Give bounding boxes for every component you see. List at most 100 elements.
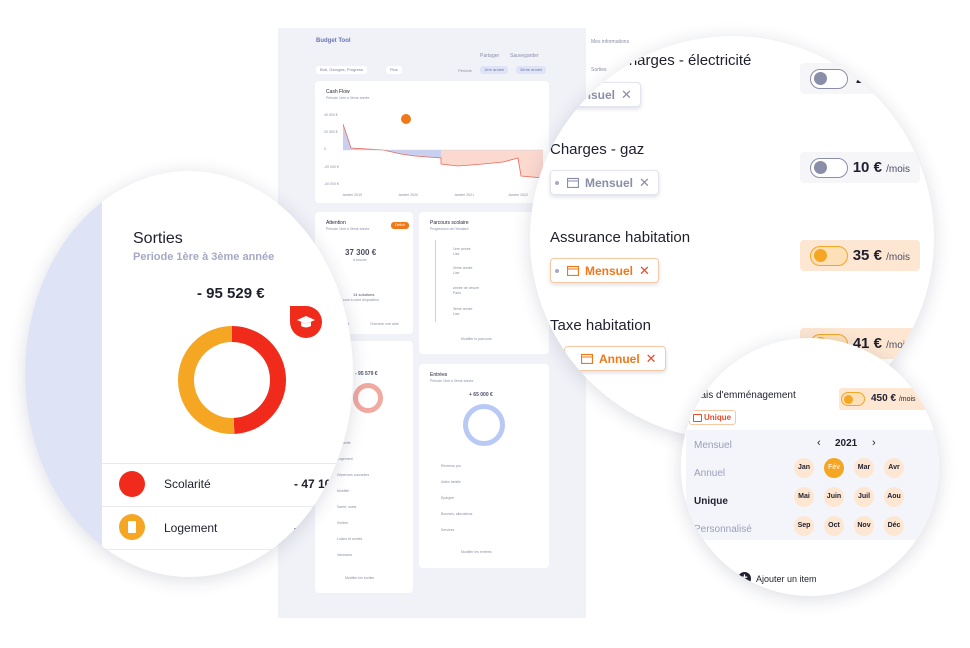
mode-unique[interactable]: Unique — [694, 496, 728, 507]
charge-value-box: 20 — [800, 63, 920, 94]
month-8[interactable]: Sep — [794, 516, 814, 536]
close-icon[interactable]: ✕ — [621, 87, 632, 103]
parcours-title: Parcours scolaire — [430, 220, 469, 226]
month-0[interactable]: Jan — [794, 458, 814, 478]
sorties-small-row: Sorties — [337, 521, 348, 525]
sorties-small-row: Mobilité — [337, 489, 350, 493]
charge-toggle[interactable] — [810, 246, 848, 266]
app-title: Budget Tool — [316, 38, 351, 44]
cashflow-ytick: 20 000 € — [324, 130, 338, 134]
solutions-sub: sont à votre disposition — [343, 298, 379, 302]
charge-title: Taxe habitation — [550, 317, 651, 334]
modify-sorties-link[interactable]: Modifier les sorties — [345, 576, 374, 580]
month-11[interactable]: Déc — [884, 516, 904, 536]
infos-sorties-label: Sorties — [591, 67, 607, 73]
attention-value-label: à trouver — [353, 258, 367, 262]
frequency-label: Mensuel — [585, 263, 634, 278]
charge-toggle[interactable] — [810, 69, 848, 89]
parcours-subtitle: Progression de l'étudiant — [430, 227, 469, 231]
student-select[interactable]: Bob, Georges, Progress — [316, 66, 367, 74]
parcours-step: année de césure — [453, 286, 480, 290]
calendar-icon — [567, 265, 579, 276]
frequency-pill[interactable]: Mensuel ✕ — [550, 82, 641, 107]
month-2[interactable]: Mar — [854, 458, 874, 478]
sorties-small-row: Loisirs et sorties — [337, 537, 363, 541]
month-1[interactable]: Fév — [824, 458, 844, 478]
frequency-pill[interactable]: Mensuel ✕ — [550, 170, 659, 195]
cashflow-ytick: -40 000 € — [324, 182, 339, 186]
entrees-title: Entrées — [430, 372, 448, 378]
sorties-subtitle: Periode 1ère à 3ème année — [133, 251, 275, 263]
period-end[interactable]: 3ème année — [516, 66, 547, 74]
entrees-value: + 65 000 € — [469, 392, 493, 398]
save-button[interactable]: Sauvegarder — [510, 53, 539, 59]
month-calendar: ‹ 2021 › Jan Fév Mar Avr Mai Juin Juil Aou Sep Oc… — [782, 430, 932, 540]
share-button[interactable]: Partager — [480, 53, 499, 59]
entrees-row: Bourses, allocations — [441, 512, 473, 516]
modify-entrees-link[interactable]: Modifier les entrées — [461, 550, 492, 554]
parcours-step-place: Lise — [453, 271, 460, 275]
charge-toggle[interactable] — [810, 158, 848, 178]
cashflow-ytick: -20 000 € — [324, 165, 339, 169]
cashflow-ytick: 0 — [324, 147, 326, 151]
frequency-picker: Mensuel Annuel Unique Personnalisé ‹ 202… — [686, 430, 939, 540]
find-aid-link[interactable]: Chercher une aide — [370, 322, 399, 326]
mode-annuel[interactable]: Annuel — [694, 468, 725, 479]
month-3[interactable]: Avr — [884, 458, 904, 478]
attention-value: 37 300 € — [345, 248, 377, 257]
mode-personnalise[interactable]: Personnalisé — [694, 524, 752, 535]
cashflow-chart — [343, 123, 543, 179]
parcours-step: 2ème année — [453, 266, 473, 270]
attention-subtitle: Période 1ère à 3ème année — [326, 227, 370, 231]
entrees-subtitle: Période 1ère à 3ème année — [430, 379, 474, 383]
chevron-right-icon[interactable]: › — [872, 437, 876, 449]
mode-mensuel[interactable]: Mensuel — [694, 440, 732, 451]
item-toggle[interactable] — [841, 392, 865, 406]
modify-parcours-link[interactable]: Modifier le parcours — [461, 337, 492, 341]
month-9[interactable]: Oct — [824, 516, 844, 536]
month-7[interactable]: Aou — [884, 487, 904, 507]
category-value: - — [294, 521, 298, 535]
close-icon[interactable]: ✕ — [639, 263, 650, 279]
month-5[interactable]: Juin — [824, 487, 844, 507]
graduation-cap-icon[interactable] — [289, 305, 323, 339]
frequency-label: Annuel — [599, 351, 640, 366]
month-6[interactable]: Juil — [854, 487, 874, 507]
charge-title: Charges - gaz — [550, 141, 645, 158]
sorties-small-row: Logement — [337, 457, 353, 461]
close-icon[interactable]: ✕ — [646, 351, 657, 367]
solutions-count: 14 solutions — [353, 292, 375, 297]
charge-amount: 10 € /mois — [852, 159, 910, 176]
close-icon[interactable]: ✕ — [639, 175, 650, 191]
category-name: Logement — [164, 521, 218, 535]
frequency-pill[interactable]: Annuel ✕ — [564, 346, 666, 371]
month-4[interactable]: Mai — [794, 487, 814, 507]
month-10[interactable]: Nov — [854, 516, 874, 536]
sorties-small-donut — [353, 383, 383, 413]
charge-value-box: 10 € /mois — [800, 152, 920, 183]
entrees-donut — [463, 404, 505, 446]
frequency-pill[interactable]: Mensuel ✕ — [550, 258, 659, 283]
deficit-badge: Déficit — [391, 222, 409, 229]
add-item-button[interactable]: Ajouter un item — [738, 572, 817, 585]
separator — [102, 549, 353, 550]
building-icon — [119, 514, 145, 540]
charge-amount: 35 € /mois — [852, 247, 910, 264]
plan-select[interactable]: Plus — [386, 66, 402, 74]
sorties-total: - 95 529 € — [197, 285, 265, 302]
separator — [102, 506, 353, 507]
sorties-small-row: Vacances — [337, 553, 353, 557]
attention-title: Attention — [326, 220, 346, 226]
calendar-icon — [567, 177, 579, 188]
period-start[interactable]: 1ère année — [480, 66, 509, 74]
parcours-step-place: Lise — [453, 252, 460, 256]
cashflow-alert-icon[interactable] — [401, 114, 411, 124]
cashflow-xtick: Janvier 2022 — [508, 193, 529, 197]
frequency-pill[interactable]: Unique — [689, 410, 737, 425]
cashflow-subtitle: Période 1ère à 3ème année — [326, 96, 370, 100]
frequency-label: Mensuel — [585, 175, 634, 190]
item-value-box: 450 € /mois — [839, 388, 939, 410]
sidebar-panel — [25, 171, 102, 577]
chevron-left-icon[interactable]: ‹ — [817, 437, 821, 449]
donut-slice-logement — [178, 326, 235, 434]
